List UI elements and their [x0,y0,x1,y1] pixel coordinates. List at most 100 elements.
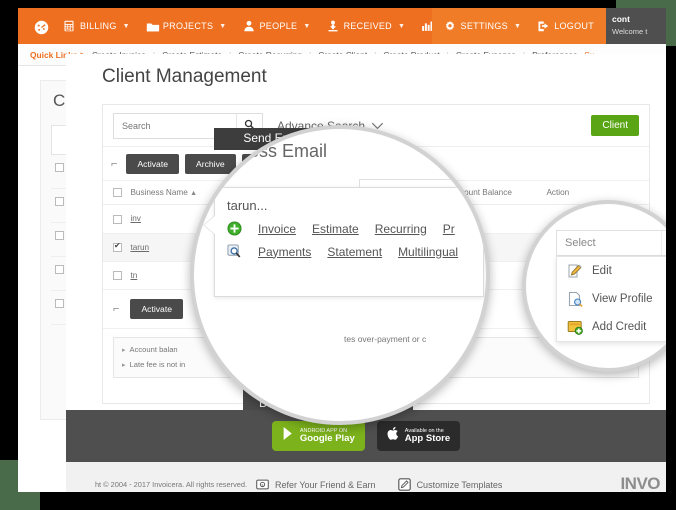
column-label: Action [546,188,570,198]
popup-link-multilingual[interactable]: Multilingual [398,245,458,259]
row-checkbox[interactable] [113,214,122,224]
chevron-down-icon: ▼ [303,22,311,30]
chevron-down-icon: ▼ [397,22,406,30]
nav-item-people[interactable]: PEOPLE ▼ [235,8,319,44]
magnified-content-two: Select Edit View Profile Add Credit [526,204,666,368]
customize-templates-label: Customize Templates [416,480,503,490]
dashboard-home-link[interactable] [26,8,55,44]
action-dropdown-menu: Edit View Profile Add Credit [556,256,666,342]
calculator-icon [63,20,76,33]
activate-button-footer[interactable]: Activate [130,299,184,320]
decorative-frame-black-bottom [40,490,676,510]
google-play-icon [282,426,295,446]
nav-label-received: RECEIVED [343,21,392,31]
google-play-badge[interactable]: ANDROID APP ON Google Play [271,421,365,451]
top-nav-right-group: SETTINGS ▼ LOGOUT cont Welcome t [431,8,666,44]
background-checkbox [55,299,64,308]
nav-label-logout: LOGOUT [554,21,594,31]
svg-text:$: $ [261,483,263,487]
footer-links-bar: ht © 2004 - 2017 Invoicera. All rights r… [66,462,666,492]
magnifier-search-icon [227,244,242,259]
dropdown-item-edit[interactable]: Edit [557,257,666,285]
undo-arrow-icon: ⌐ [111,157,118,170]
note-text: Account balan [129,345,178,355]
client-button[interactable]: Client [591,115,639,136]
action-select-label: Select [565,237,596,249]
nav-label-settings: SETTINGS [460,21,508,31]
profile-search-icon [567,291,583,308]
app-store-text: Available on the App Store [405,428,450,444]
refer-friend-link[interactable]: $ Refer Your Friend & Earn [256,479,376,492]
row-select-cell [103,204,127,234]
client-name-link[interactable]: tarun [130,243,149,252]
folder-icon [146,20,159,33]
chevron-down-icon: ▼ [219,22,227,30]
row-select-cell [103,233,127,262]
popup-link-product[interactable]: Pr [443,222,455,236]
note-text: Late fee is not in [129,359,186,369]
customize-templates-link[interactable]: Customize Templates [397,477,503,493]
google-play-text: ANDROID APP ON Google Play [300,428,355,444]
client-name-link[interactable]: inv [130,214,140,223]
nav-item-billing[interactable]: BILLING ▼ [55,8,138,44]
popup-link-payments[interactable]: Payments [258,245,311,259]
page-title: Client Management [102,66,267,87]
user-welcome-text: Welcome t [612,27,648,36]
chevron-down-icon: ▼ [122,22,130,30]
popup-link-statement[interactable]: Statement [327,245,382,259]
money-note-icon: $ [256,479,269,492]
undo-cell: ⌐ [103,289,127,330]
logo-tagline: INVOICING SI [620,492,660,493]
activate-button[interactable]: Activate [126,153,180,174]
nav-label-projects: PROJECTS [162,21,214,31]
popup-link-estimate[interactable]: Estimate [312,222,359,236]
gear-icon [444,20,457,33]
popup-link-invoice[interactable]: Invoice [258,222,296,236]
column-label: Business Name [130,188,188,198]
dropdown-item-add-credit[interactable]: Add Credit [557,313,666,341]
apple-icon [387,426,400,446]
dropdown-item-view-profile[interactable]: View Profile [557,285,666,313]
magnified-column-header-business-email: Business Email [204,141,328,161]
user-account-box[interactable]: cont Welcome t [606,8,666,44]
app-store-badge[interactable]: Available on the App Store [376,421,461,451]
logo-text: INVO [620,473,660,493]
select-all-checkbox[interactable] [113,188,122,198]
bullet-arrow-icon: ▸ [122,361,126,369]
nav-item-projects[interactable]: PROJECTS ▼ [138,8,235,44]
nav-item-logout[interactable]: LOGOUT [529,8,602,44]
user-name: cont [612,14,630,24]
magnifier-circle-action-dropdown: Select Edit View Profile Add Credit [522,200,666,372]
row-checkbox[interactable] [113,271,122,281]
application-window: BILLING ▼ PROJECTS ▼ PEOPLE ▼ RECEIVED ▼… [18,8,666,492]
popup-links-row-two: Payments Statement Multilingual [215,236,483,259]
logout-icon [537,20,550,33]
action-select-box[interactable]: Select [556,230,666,256]
top-nav-right-buttons: SETTINGS ▼ LOGOUT [431,8,606,44]
nav-label-billing: BILLING [80,21,117,31]
person-icon [243,20,256,33]
popup-link-recurring[interactable]: Recurring [375,222,427,236]
client-actions-popup: tarun... Invoice Estimate Recurring Pr P… [204,187,484,297]
nav-label-people: PEOPLE [259,21,298,31]
background-checkbox [55,265,64,274]
add-credit-icon [567,319,583,335]
client-name-link[interactable]: tn [130,271,137,280]
row-checkbox[interactable] [113,241,122,252]
dashboard-gauge-icon [34,20,49,34]
plus-circle-green-icon [227,221,242,236]
top-navigation-bar: BILLING ▼ PROJECTS ▼ PEOPLE ▼ RECEIVED ▼… [18,8,666,44]
nav-item-settings[interactable]: SETTINGS ▼ [436,8,530,44]
nav-item-received[interactable]: RECEIVED ▼ [319,8,414,44]
pencil-edit-icon [567,263,583,279]
popup-client-name: tarun... [227,198,268,213]
select-all-header [103,181,127,206]
copyright-text: ht © 2004 - 2017 Invoicera. All rights r… [94,479,248,489]
badge-large-text: App Store [404,432,451,444]
magnified-overpayment-note: tes over-payment or c [344,334,427,344]
popup-links-row-one: Invoice Estimate Recurring Pr [215,213,483,236]
download-icon [327,20,340,33]
dropdown-item-label: Add Credit [592,321,647,333]
magnifier-circle-client-actions: Business Email tarun... Invoice Estimate… [190,125,490,425]
bullet-arrow-icon: ▸ [122,347,126,355]
